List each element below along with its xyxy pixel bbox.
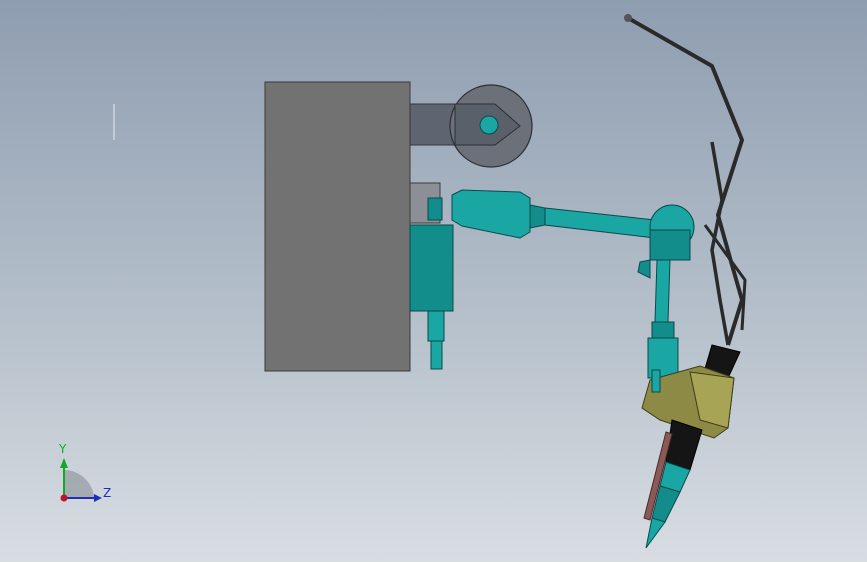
drive-motor-box[interactable] (409, 224, 454, 312)
motor-shaft-tip (430, 340, 443, 370)
hub-clamp (427, 197, 443, 221)
elbow-lug (637, 259, 651, 279)
motor-shaft (427, 310, 445, 342)
arm-taper (529, 204, 546, 229)
elbow-housing (649, 229, 691, 261)
cad-viewport[interactable]: Y Z (0, 0, 867, 562)
arm-rod[interactable] (544, 207, 656, 239)
axis-label-y: Y (59, 442, 67, 456)
wheel-axle (479, 115, 499, 135)
clamp-bolt (651, 369, 661, 393)
main-housing-block[interactable] (264, 81, 411, 372)
arm-sleeve[interactable] (451, 189, 531, 239)
cable-outer (627, 16, 744, 346)
rod-collar (651, 321, 675, 341)
torch-tip (645, 517, 666, 549)
cable-end-cap (624, 14, 632, 22)
coordinate-triad-icon (60, 458, 102, 502)
axis-label-z: Z (103, 486, 112, 500)
assembly-drawing (60, 14, 747, 549)
vertical-rod[interactable] (654, 259, 671, 323)
